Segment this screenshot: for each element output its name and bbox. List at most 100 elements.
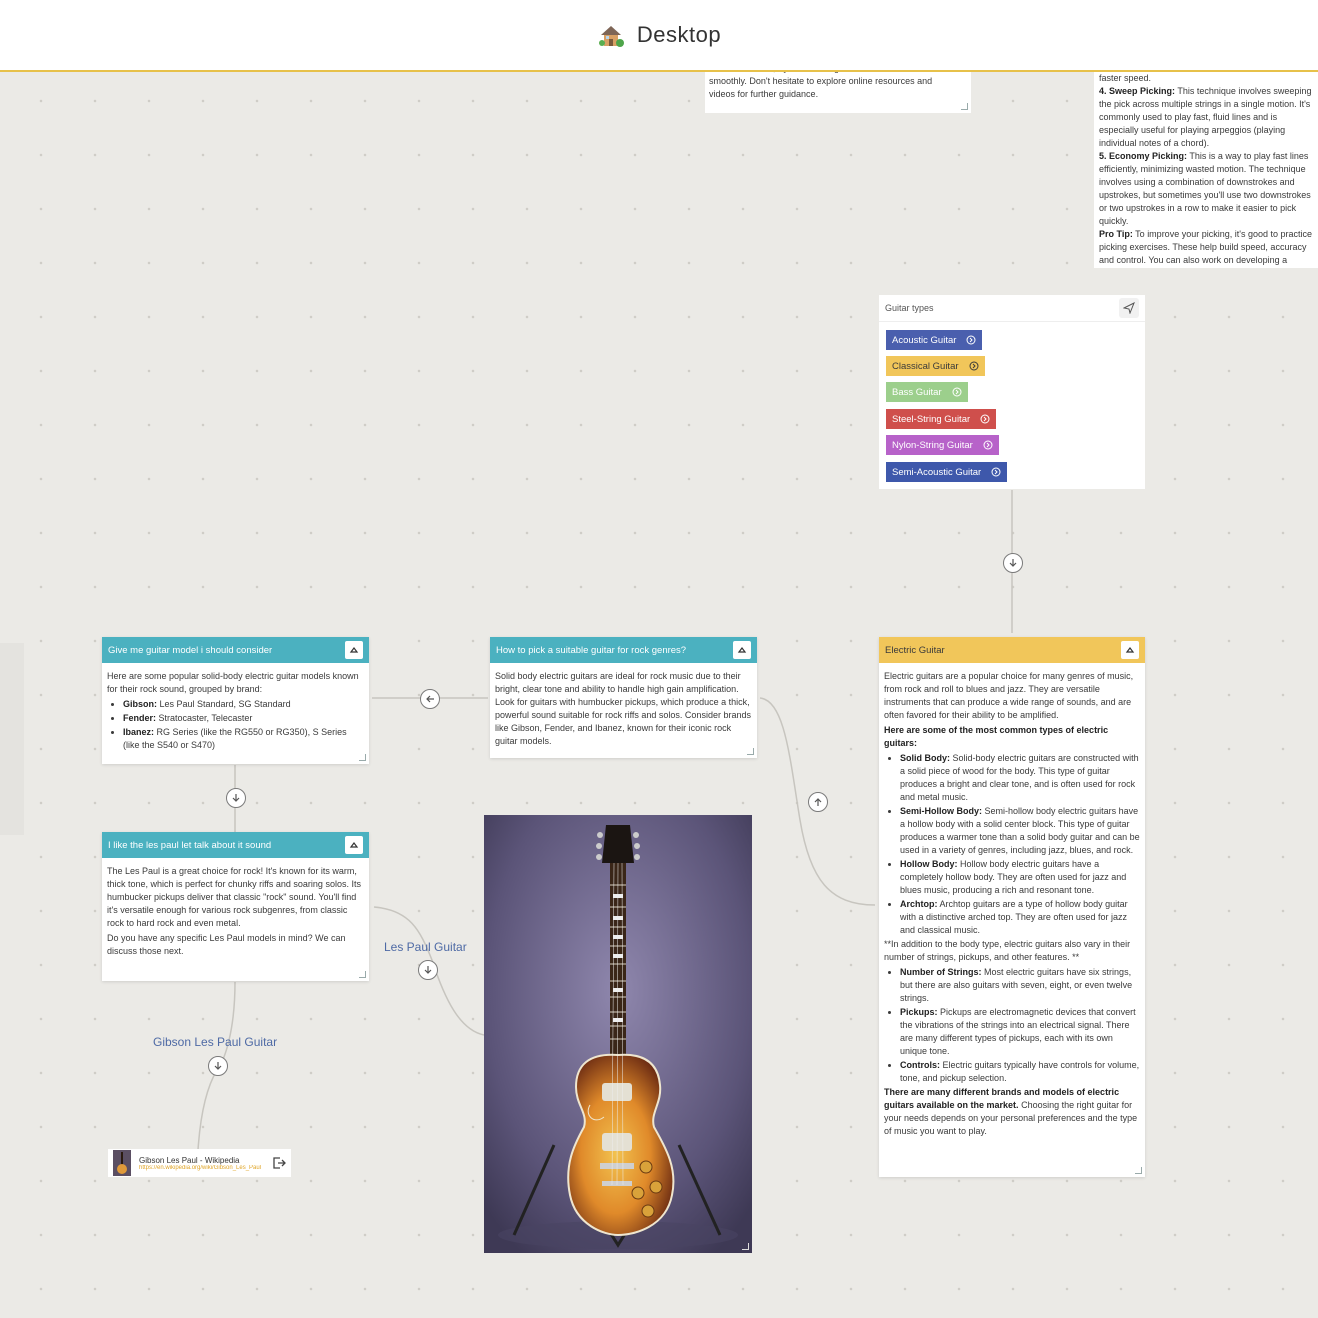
features-heading: **In addition to the body type, electric…: [884, 939, 1131, 962]
expand-circle-icon[interactable]: [980, 414, 990, 424]
link-title: Gibson Les Paul - Wikipedia: [139, 1155, 240, 1165]
chip-classical-guitar[interactable]: Classical Guitar: [886, 356, 985, 376]
guitar-types-panel: Guitar types Acoustic Guitar Classical G…: [879, 295, 1145, 489]
expand-circle-icon[interactable]: [991, 467, 1001, 477]
guitar-thumbnail-icon: [113, 1150, 131, 1176]
chip-nylon-string-guitar[interactable]: Nylon-String Guitar: [886, 435, 999, 455]
item-name: Pickups:: [900, 1007, 938, 1017]
item-name: Archtop:: [900, 899, 938, 909]
expand-circle-icon[interactable]: [969, 361, 979, 371]
arrow-down-button[interactable]: [418, 960, 438, 980]
models-list: Gibson: Les Paul Standard, SG Standard F…: [107, 698, 364, 752]
list-item: Semi-Hollow Body: Semi-hollow body elect…: [900, 805, 1140, 857]
economy-picking-text: This is a way to play fast lines efficie…: [1099, 151, 1311, 226]
chevron-up-icon: [349, 647, 359, 653]
expand-circle-icon[interactable]: [952, 387, 962, 397]
resize-handle-icon[interactable]: [747, 748, 754, 755]
economy-picking-title: 5. Economy Picking:: [1099, 151, 1188, 161]
fragment-line: faster speed.: [1099, 73, 1152, 83]
list-item: Hollow Body: Hollow body electric guitar…: [900, 858, 1140, 897]
wikipedia-link-card[interactable]: Gibson Les Paul - Wikipedia https://en.w…: [108, 1149, 291, 1177]
list-item: Number of Strings: Most electric guitars…: [900, 966, 1140, 1005]
arrow-down-button[interactable]: [208, 1056, 228, 1076]
edge-label-gibson-les-paul-guitar[interactable]: Gibson Les Paul Guitar: [153, 1035, 277, 1049]
economy-picking-paragraph: 5. Economy Picking: This is a way to pla…: [1099, 150, 1318, 228]
resize-handle-icon[interactable]: [742, 1243, 749, 1250]
types-heading-text: Here are some of the most common types o…: [884, 725, 1109, 748]
expand-circle-icon[interactable]: [983, 440, 993, 450]
guitar-types-input[interactable]: Guitar types: [879, 295, 1145, 322]
chip-bass-guitar[interactable]: Bass Guitar: [886, 382, 968, 402]
brand-name: Fender:: [123, 713, 157, 723]
chip-acoustic-guitar[interactable]: Acoustic Guitar: [886, 330, 983, 350]
guitar-models-card: Give me guitar model i should consider H…: [102, 637, 369, 764]
house-icon: [598, 26, 624, 47]
item-name: Semi-Hollow Body:: [900, 806, 983, 816]
card-body: Solid body electric guitars are ideal fo…: [490, 663, 757, 756]
chevron-up-icon: [737, 647, 747, 653]
card-body: Here are some popular solid-body electri…: [102, 663, 369, 759]
expand-circle-icon[interactable]: [966, 335, 976, 345]
card-title: Give me guitar model i should consider: [108, 644, 273, 656]
arrow-down-icon: [1009, 559, 1017, 567]
list-item: Controls: Electric guitars typically hav…: [900, 1059, 1140, 1085]
chip-steel-string-guitar[interactable]: Steel-String Guitar: [886, 409, 997, 429]
send-icon: [1123, 302, 1135, 314]
chip-label: Bass Guitar: [892, 386, 942, 398]
send-button[interactable]: [1119, 298, 1139, 318]
types-list: Solid Body: Solid-body electric guitars …: [884, 752, 1140, 937]
card-body: The Les Paul is a great choice for rock!…: [102, 858, 369, 966]
guitar-illustration: [484, 815, 752, 1253]
fragment-line: videos for further guidance.: [709, 89, 819, 99]
arrow-up-button[interactable]: [808, 792, 828, 812]
link-url: https://en.wikipedia.org/wiki/Gibson_Les…: [139, 1164, 262, 1171]
rock-guitar-card: How to pick a suitable guitar for rock g…: [490, 637, 757, 758]
list-item: Fender: Stratocaster, Telecaster: [123, 712, 364, 725]
card-question: Do you have any specific Les Paul models…: [107, 933, 346, 956]
resize-handle-icon[interactable]: [359, 971, 366, 978]
link-text: Gibson Les Paul - Wikipedia https://en.w…: [139, 1156, 264, 1171]
pro-tip-title: Pro Tip:: [1099, 229, 1133, 239]
types-heading: Here are some of the most common types o…: [884, 724, 1140, 750]
brand-name: Ibanez:: [123, 727, 155, 737]
chip-semi-acoustic-guitar[interactable]: Semi-Acoustic Guitar: [886, 462, 1008, 482]
card-header: I like the les paul let talk about it so…: [102, 832, 369, 858]
arrow-down-button[interactable]: [1003, 553, 1023, 573]
list-item: Solid Body: Solid-body electric guitars …: [900, 752, 1140, 804]
outro-paragraph: There are many different brands and mode…: [884, 1086, 1140, 1138]
collapse-button[interactable]: [733, 641, 751, 659]
list-item: Archtop: Archtop guitars are a type of h…: [900, 898, 1140, 937]
arrow-up-icon: [814, 798, 822, 806]
features-list: Number of Strings: Most electric guitars…: [884, 966, 1140, 1085]
chip-label: Nylon-String Guitar: [892, 439, 973, 451]
chip-label: Steel-String Guitar: [892, 413, 971, 425]
card-title: I like the les paul let talk about it so…: [108, 839, 272, 851]
list-item: Pickups: Pickups are electromagnetic dev…: [900, 1006, 1140, 1058]
item-name: Number of Strings:: [900, 967, 982, 977]
collapse-button[interactable]: [345, 641, 363, 659]
arrow-down-button[interactable]: [226, 788, 246, 808]
resize-handle-icon[interactable]: [961, 103, 968, 110]
resize-handle-icon[interactable]: [1135, 1167, 1142, 1174]
card-title: Electric Guitar: [885, 644, 945, 656]
top-bar: Desktop: [0, 0, 1318, 72]
resize-handle-icon[interactable]: [359, 754, 366, 761]
chip-label: Semi-Acoustic Guitar: [892, 466, 982, 478]
offscreen-card-edge: [0, 643, 24, 835]
model-text: Stratocaster, Telecaster: [156, 713, 253, 723]
les-paul-guitar-image[interactable]: [484, 815, 752, 1253]
collapse-button[interactable]: [1121, 641, 1139, 659]
sweep-picking-title: 4. Sweep Picking:: [1099, 86, 1176, 96]
list-item: Ibanez: RG Series (like the RG550 or RG3…: [123, 726, 364, 752]
card-intro: Here are some popular solid-body electri…: [107, 671, 359, 694]
arrow-left-button[interactable]: [420, 689, 440, 709]
sweep-picking-paragraph: 4. Sweep Picking: This technique involve…: [1099, 85, 1318, 150]
card-body: Electric guitars are a popular choice fo…: [879, 663, 1145, 1146]
electric-guitar-card: Electric Guitar Electric guitars are a p…: [879, 637, 1145, 1177]
collapse-button[interactable]: [345, 836, 363, 854]
edge-label-les-paul-guitar[interactable]: Les Paul Guitar: [384, 940, 467, 954]
pro-tip-paragraph: Pro Tip: To improve your picking, it's g…: [1099, 228, 1318, 268]
open-external-icon[interactable]: [272, 1156, 286, 1170]
page-title: Desktop: [636, 22, 722, 47]
list-item: Gibson: Les Paul Standard, SG Standard: [123, 698, 364, 711]
